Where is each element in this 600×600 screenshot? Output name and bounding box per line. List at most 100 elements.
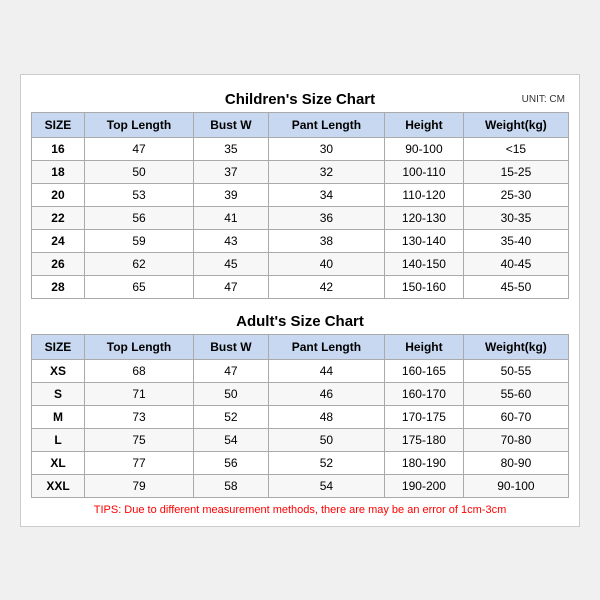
table-cell: 50 <box>268 428 384 451</box>
tips-text: TIPS: Due to different measurement metho… <box>31 504 569 516</box>
children-title: Children's Size Chart <box>225 91 375 108</box>
table-cell: 45 <box>194 252 269 275</box>
children-size-table: SIZE Top Length Bust W Pant Length Heigh… <box>31 112 569 299</box>
table-cell: 100-110 <box>385 160 464 183</box>
table-cell: 46 <box>268 382 384 405</box>
table-row: 20533934110-12025-30 <box>32 183 569 206</box>
col-weight: Weight(kg) <box>463 112 568 137</box>
table-cell: 53 <box>84 183 193 206</box>
table-cell: 25-30 <box>463 183 568 206</box>
table-row: 1647353090-100<15 <box>32 137 569 160</box>
table-cell: 40 <box>268 252 384 275</box>
table-cell: 90-100 <box>463 474 568 497</box>
col-height: Height <box>385 112 464 137</box>
table-cell: 80-90 <box>463 451 568 474</box>
table-cell: 70-80 <box>463 428 568 451</box>
table-cell: 170-175 <box>385 405 464 428</box>
table-cell: 16 <box>32 137 85 160</box>
table-cell: 42 <box>268 275 384 298</box>
table-cell: 54 <box>194 428 269 451</box>
table-cell: 190-200 <box>385 474 464 497</box>
table-cell: 79 <box>84 474 193 497</box>
table-cell: 47 <box>194 359 269 382</box>
table-cell: 20 <box>32 183 85 206</box>
children-header-row: SIZE Top Length Bust W Pant Length Heigh… <box>32 112 569 137</box>
table-cell: XS <box>32 359 85 382</box>
table-cell: 56 <box>194 451 269 474</box>
table-row: XS684744160-16550-55 <box>32 359 569 382</box>
table-cell: 41 <box>194 206 269 229</box>
table-cell: 44 <box>268 359 384 382</box>
col-size: SIZE <box>32 112 85 137</box>
table-cell: 18 <box>32 160 85 183</box>
table-cell: 39 <box>194 183 269 206</box>
unit-label: UNIT: CM <box>522 94 565 105</box>
table-cell: 50-55 <box>463 359 568 382</box>
table-cell: 35 <box>194 137 269 160</box>
children-title-row: Children's Size Chart UNIT: CM <box>31 85 569 112</box>
table-cell: 75 <box>84 428 193 451</box>
table-row: M735248170-17560-70 <box>32 405 569 428</box>
table-cell: 37 <box>194 160 269 183</box>
table-cell: 60-70 <box>463 405 568 428</box>
table-cell: 62 <box>84 252 193 275</box>
table-cell: S <box>32 382 85 405</box>
table-cell: 47 <box>194 275 269 298</box>
table-cell: XXL <box>32 474 85 497</box>
col-size-adult: SIZE <box>32 334 85 359</box>
table-cell: 90-100 <box>385 137 464 160</box>
table-cell: 120-130 <box>385 206 464 229</box>
table-cell: 180-190 <box>385 451 464 474</box>
table-row: L755450175-18070-80 <box>32 428 569 451</box>
table-cell: 40-45 <box>463 252 568 275</box>
table-cell: 48 <box>268 405 384 428</box>
table-cell: M <box>32 405 85 428</box>
table-row: 22564136120-13030-35 <box>32 206 569 229</box>
table-cell: XL <box>32 451 85 474</box>
table-row: 28654742150-16045-50 <box>32 275 569 298</box>
table-cell: 45-50 <box>463 275 568 298</box>
table-cell: 15-25 <box>463 160 568 183</box>
col-top-length-adult: Top Length <box>84 334 193 359</box>
table-cell: 30-35 <box>463 206 568 229</box>
table-cell: 35-40 <box>463 229 568 252</box>
table-cell: <15 <box>463 137 568 160</box>
table-cell: 130-140 <box>385 229 464 252</box>
table-cell: 160-165 <box>385 359 464 382</box>
table-cell: 150-160 <box>385 275 464 298</box>
table-cell: 160-170 <box>385 382 464 405</box>
table-cell: 140-150 <box>385 252 464 275</box>
table-cell: 22 <box>32 206 85 229</box>
table-cell: 34 <box>268 183 384 206</box>
table-cell: 50 <box>84 160 193 183</box>
table-cell: 26 <box>32 252 85 275</box>
table-cell: 24 <box>32 229 85 252</box>
chart-container: Children's Size Chart UNIT: CM SIZE Top … <box>20 74 580 527</box>
table-cell: 110-120 <box>385 183 464 206</box>
col-bust-w: Bust W <box>194 112 269 137</box>
table-cell: 32 <box>268 160 384 183</box>
col-height-adult: Height <box>385 334 464 359</box>
adult-title-row: Adult's Size Chart <box>31 307 569 334</box>
adult-header-row: SIZE Top Length Bust W Pant Length Heigh… <box>32 334 569 359</box>
table-cell: L <box>32 428 85 451</box>
table-cell: 55-60 <box>463 382 568 405</box>
table-cell: 59 <box>84 229 193 252</box>
table-cell: 38 <box>268 229 384 252</box>
table-cell: 56 <box>84 206 193 229</box>
table-cell: 30 <box>268 137 384 160</box>
table-cell: 65 <box>84 275 193 298</box>
table-cell: 68 <box>84 359 193 382</box>
table-row: 24594338130-14035-40 <box>32 229 569 252</box>
col-weight-adult: Weight(kg) <box>463 334 568 359</box>
col-top-length: Top Length <box>84 112 193 137</box>
table-cell: 175-180 <box>385 428 464 451</box>
table-cell: 52 <box>194 405 269 428</box>
table-cell: 43 <box>194 229 269 252</box>
table-cell: 73 <box>84 405 193 428</box>
adult-title: Adult's Size Chart <box>236 313 364 330</box>
table-cell: 36 <box>268 206 384 229</box>
table-row: XXL795854190-20090-100 <box>32 474 569 497</box>
table-row: XL775652180-19080-90 <box>32 451 569 474</box>
table-cell: 71 <box>84 382 193 405</box>
